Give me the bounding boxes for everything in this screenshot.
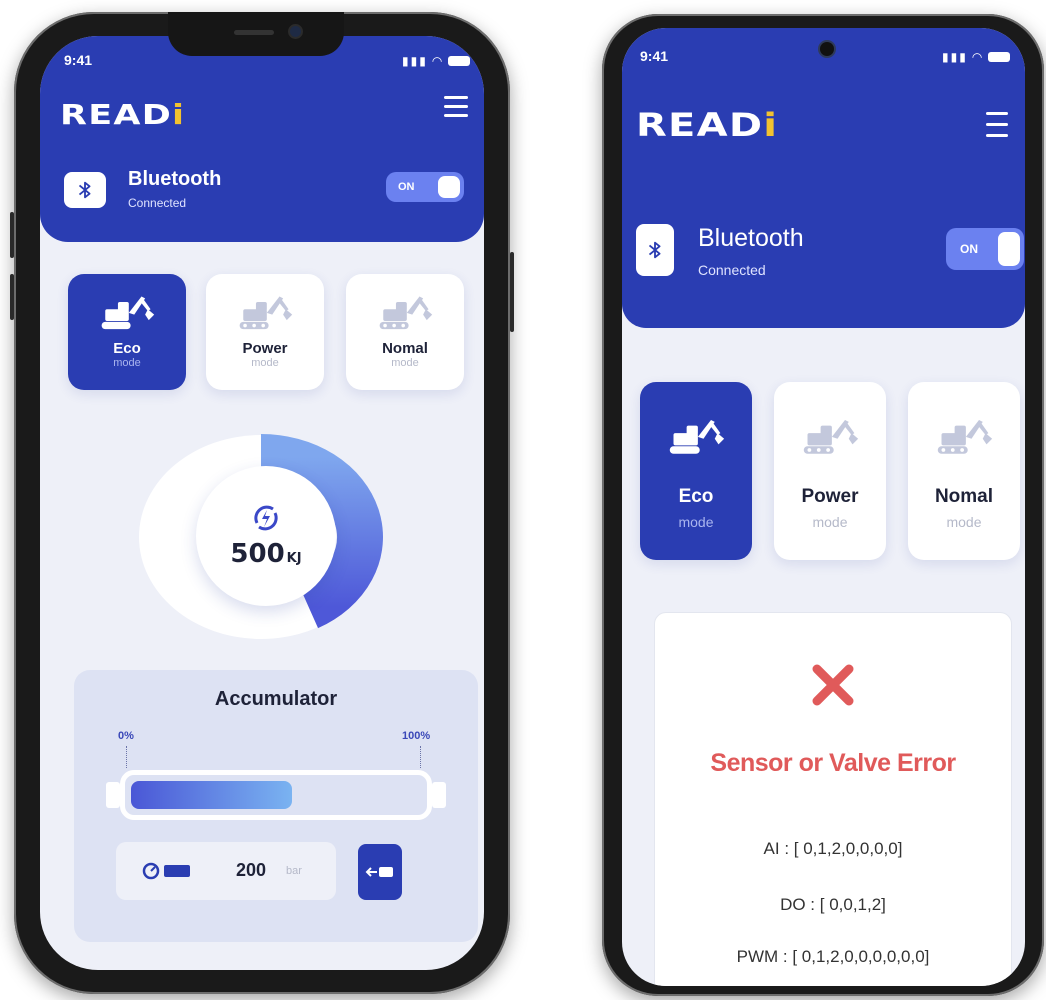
- mode-card-power[interactable]: Power mode: [206, 274, 324, 390]
- bluetooth-status: Connected: [128, 196, 187, 210]
- bluetooth-toggle[interactable]: ON: [386, 172, 464, 202]
- phone-left: 9:41 ▮▮▮ ◠ READi Bluetooth Connected ON: [10, 12, 514, 994]
- energy-center: 500 KJ: [196, 466, 336, 606]
- toggle-knob: [998, 232, 1020, 266]
- signal-icon: ▮▮▮: [402, 54, 428, 68]
- header: 9:41 ▮▮▮ ◠ READi Bluetooth Connected ON: [40, 36, 484, 242]
- accumulator-title: Accumulator: [214, 688, 338, 710]
- valve-flow-icon: [365, 867, 393, 877]
- energy-unit: KJ: [286, 551, 302, 566]
- wifi-icon: ◠: [971, 50, 985, 64]
- screen-right: 9:41 ▮▮▮ ◠ READi Bluetooth Connected ON: [622, 28, 1025, 986]
- status-time: 9:41: [64, 52, 93, 68]
- valve-button[interactable]: [358, 844, 402, 900]
- error-ai-line: AI : [ 0,1,2,0,0,0,0]: [763, 839, 903, 858]
- brand-logo: READi: [636, 106, 779, 144]
- accumulator-cap-right: [432, 782, 446, 808]
- accumulator-cap-left: [106, 782, 120, 808]
- phone-right: 9:41 ▮▮▮ ◠ READi Bluetooth Connected ON: [602, 14, 1044, 996]
- power-excavator-icon: [800, 412, 860, 458]
- phone-notch: [168, 12, 344, 56]
- bluetooth-icon: [636, 224, 674, 276]
- pressure-value: 200: [236, 860, 267, 880]
- accumulator-panel: Accumulator 0% 100% 200 bar: [74, 670, 478, 942]
- pressure-unit: bar: [286, 865, 302, 877]
- bluetooth-toggle[interactable]: ON: [946, 228, 1024, 270]
- toggle-knob: [438, 176, 460, 198]
- energy-value: 500: [230, 539, 285, 569]
- front-camera: [820, 42, 834, 56]
- energy-recycle-icon: [254, 505, 278, 531]
- pressure-gauge-icon: [142, 862, 190, 880]
- header: 9:41 ▮▮▮ ◠ READi Bluetooth Connected ON: [622, 28, 1025, 328]
- mode-card-eco[interactable]: Eco mode: [640, 382, 752, 560]
- eco-excavator-icon: [666, 412, 726, 458]
- mode-card-normal[interactable]: Nomal mode: [346, 274, 464, 390]
- normal-excavator-icon: [934, 412, 994, 458]
- mode-card-eco[interactable]: Eco mode: [68, 274, 186, 390]
- signal-icon: ▮▮▮: [942, 50, 968, 64]
- menu-icon[interactable]: [444, 96, 468, 117]
- status-icons: ▮▮▮ ◠: [402, 54, 471, 68]
- error-card: Sensor or Valve Error AI : [ 0,1,2,0,0,0…: [654, 612, 1012, 986]
- accumulator-bar: [120, 770, 432, 820]
- bluetooth-status: Connected: [698, 262, 766, 278]
- brand-logo: READi: [60, 98, 186, 131]
- bluetooth-title: Bluetooth: [128, 168, 222, 190]
- screen-left: 9:41 ▮▮▮ ◠ READi Bluetooth Connected ON: [40, 36, 484, 970]
- energy-gauge: 500 KJ: [136, 432, 386, 642]
- mode-card-normal[interactable]: Nomal mode: [908, 382, 1020, 560]
- error-title: Sensor or Valve Error: [710, 749, 956, 777]
- accumulator-min-label: 0%: [118, 730, 134, 742]
- bluetooth-title: Bluetooth: [698, 224, 804, 252]
- battery-icon: [988, 52, 1011, 62]
- battery-icon: [448, 56, 471, 66]
- error-pwm-line: PWM : [ 0,1,2,0,0,0,0,0,0]: [736, 947, 930, 966]
- pressure-readout: 200 bar: [116, 842, 336, 900]
- normal-excavator-icon: [376, 290, 434, 332]
- bluetooth-icon: [64, 172, 106, 208]
- power-excavator-icon: [236, 290, 294, 332]
- wifi-icon: ◠: [431, 54, 445, 68]
- menu-icon[interactable]: [986, 112, 1008, 137]
- accumulator-fill: [131, 781, 292, 809]
- mode-card-power[interactable]: Power mode: [774, 382, 886, 560]
- eco-excavator-icon: [98, 290, 156, 332]
- status-icons: ▮▮▮ ◠: [942, 50, 1011, 64]
- status-time: 9:41: [640, 48, 669, 64]
- accumulator-max-label: 100%: [402, 730, 431, 742]
- error-x-icon: [812, 664, 854, 706]
- error-do-line: DO : [ 0,0,1,2]: [780, 895, 886, 914]
